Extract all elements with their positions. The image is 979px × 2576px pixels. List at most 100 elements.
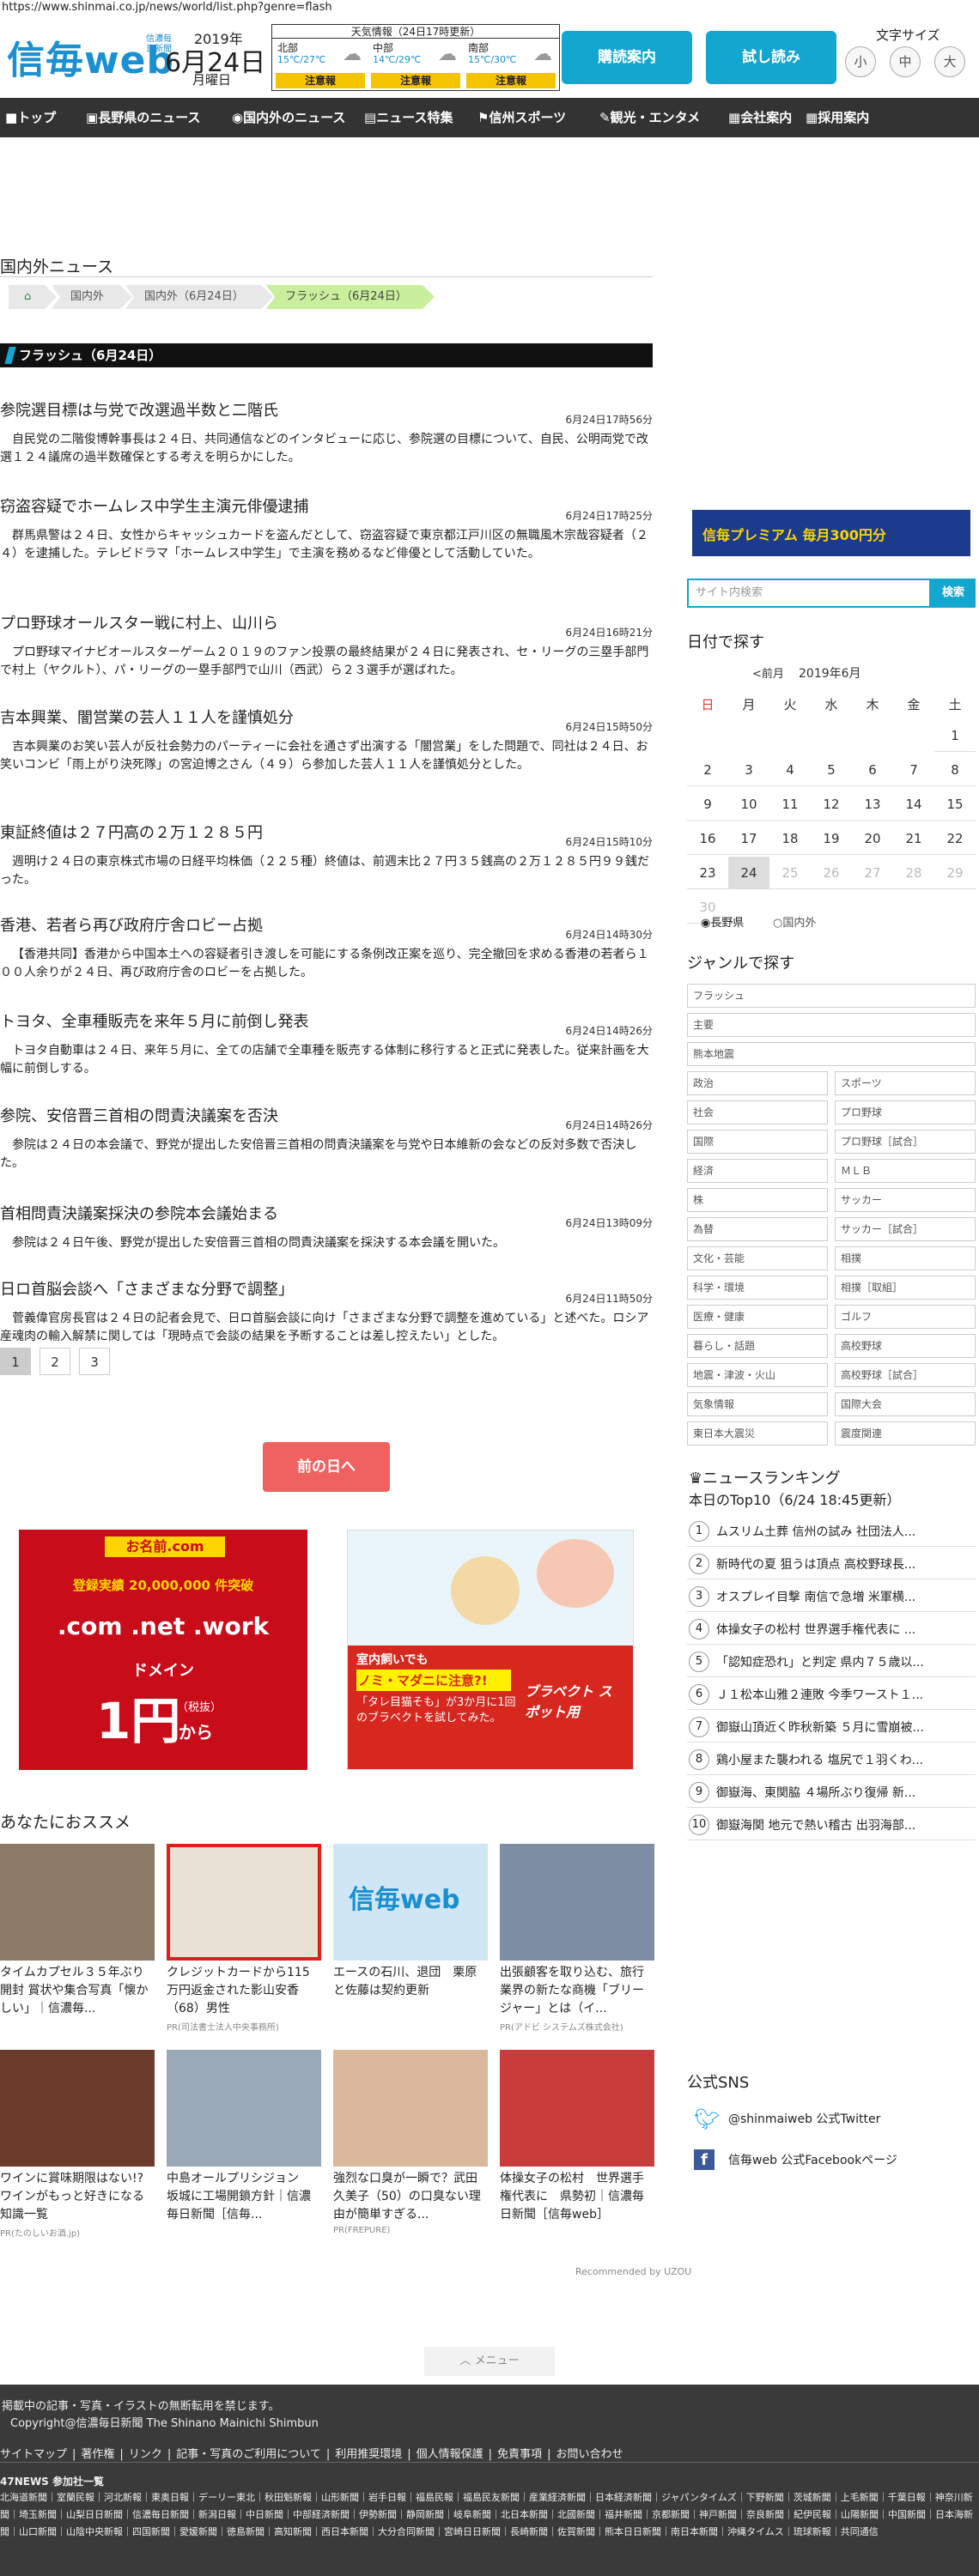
genre-link[interactable]: 東日本大震災 (687, 1421, 828, 1446)
genre-link[interactable]: 相撲［取組］ (835, 1276, 976, 1300)
nav-sports[interactable]: ⚑信州スポーツ (477, 98, 566, 137)
genre-link[interactable]: 暮らし・話題 (687, 1334, 828, 1358)
recommend-card[interactable]: ワインに賞味期限はない!?ワインがもっと好きになる知識一覧 PR(たのしいお酒.j… (0, 2050, 155, 2239)
ranking-title[interactable]: 新時代の夏 狙うは頂点 高校野球長... (716, 1550, 974, 1579)
ranking-item[interactable]: 1 ムスリム土葬 信州の試み 社団法人... (687, 1518, 976, 1547)
ranking-title[interactable]: 体操女子の松村 世界選手権代表に ... (716, 1615, 974, 1645)
calendar-day[interactable]: 14 (893, 788, 934, 821)
calendar-day[interactable]: 22 (934, 822, 976, 855)
article-title[interactable]: 日ロ首脳会談へ「さまざまな分野で調整」 (0, 1281, 653, 1300)
calendar-day[interactable]: 6 (852, 754, 893, 786)
article-title[interactable]: 香港、若者ら再び政府庁舎ロビー占拠 (0, 917, 653, 936)
nav-world[interactable]: ◉国内外のニュース (232, 98, 345, 137)
ranking-title[interactable]: 鶏小屋また襲われる 塩尻で１羽くわ... (716, 1746, 974, 1775)
footer-link[interactable]: サイトマップ (0, 2448, 67, 2461)
recommend-title[interactable]: エースの石川、退団 栗原と佐藤は契約更新 (333, 1964, 488, 2000)
calendar-day[interactable]: 19 (811, 822, 852, 855)
genre-link[interactable]: 主要 (687, 1013, 976, 1037)
search-button[interactable]: 検索 (931, 579, 976, 608)
recommend-title[interactable]: 中島オールプリシジョン 坂城に工場開鎖方針｜信濃毎日新聞［信毎... (167, 2170, 321, 2224)
article-title[interactable]: トヨタ、全車種販売を来年５月に前倒し発表 (0, 1013, 653, 1032)
ranking-item[interactable]: 2 新時代の夏 狙うは頂点 高校野球長... (687, 1550, 976, 1579)
radio-nagano[interactable]: ◉長野県 (701, 913, 744, 930)
article-title[interactable]: 参院選目標は与党で改選過半数と二階氏 (0, 402, 653, 421)
article-item[interactable]: 参院、安倍晋三首相の問責決議案を否決 6月24日14時26分 参院は２４日の本会議で… (0, 1107, 653, 1173)
genre-link[interactable]: 地震・津波・火山 (687, 1363, 828, 1387)
calendar-day[interactable]: 7 (893, 754, 934, 786)
recommend-title[interactable]: タイムカプセル３５年ぶり開封 賞状や集合写真「懐かしい」｜信濃毎... (0, 1964, 155, 2018)
article-item[interactable]: 参院選目標は与党で改選過半数と二階氏 6月24日17時56分 自民党の二階俊博幹事長… (0, 402, 653, 467)
recommend-title[interactable]: クレジットカードから115万円返金された影山安香（68）男性 (167, 1964, 321, 2018)
article-item[interactable]: 東証終値は２７円高の２万１２８５円 6月24日15時10分 週明け２４日の東京株式市… (0, 824, 653, 889)
radio-world[interactable]: ○国内外 (773, 913, 816, 930)
footer-link[interactable]: リンク (129, 2448, 162, 2461)
recommend-card[interactable]: クレジットカードから115万円返金された影山安香（68）男性 PR(司法書士法人中… (167, 1844, 321, 2033)
page-3-button[interactable]: 3 (79, 1348, 110, 1375)
ad-bravecto[interactable]: 室内飼いでも ノミ・マダニに注意?! 「タレ目猫そも」が3か月に1回のブラベクト… (347, 1530, 634, 1770)
genre-link[interactable]: 高校野球［試合］ (835, 1363, 976, 1387)
calendar-day[interactable]: 3 (728, 754, 769, 786)
article-title[interactable]: 吉本興業、闇営業の芸人１１人を謹慎処分 (0, 709, 653, 728)
footer-link[interactable]: 利用推奨環境 (335, 2448, 402, 2461)
genre-link[interactable]: サッカー［試合］ (835, 1217, 976, 1241)
genre-link[interactable]: 震度関連 (835, 1421, 976, 1446)
ranking-item[interactable]: 4 体操女子の松村 世界選手権代表に ... (687, 1615, 976, 1645)
genre-link[interactable]: プロ野球［試合］ (835, 1130, 976, 1154)
ranking-title[interactable]: Ｊ１松本山雅２連敗 今季ワースト１... (716, 1681, 974, 1710)
calendar-prev-month[interactable]: <前月 (752, 664, 784, 681)
genre-link[interactable]: 国際 (687, 1130, 828, 1154)
calendar-day[interactable]: 11 (769, 788, 811, 821)
subscribe-button[interactable]: 購読案内 (562, 31, 692, 84)
ranking-item[interactable]: 6 Ｊ１松本山雅２連敗 今季ワースト１... (687, 1681, 976, 1710)
genre-link[interactable]: 科学・環境 (687, 1276, 828, 1300)
premium-banner[interactable]: 信毎プレミアム 毎月300円分 (692, 510, 970, 556)
genre-link[interactable]: 社会 (687, 1100, 828, 1124)
ranking-item[interactable]: 5 「認知症恐れ」と判定 県内７５歳以... (687, 1648, 976, 1677)
font-medium-button[interactable]: 中 (890, 46, 921, 77)
breadcrumb-world[interactable]: 国内外 (52, 285, 132, 309)
ranking-item[interactable]: 9 御嶽海、東関脇 ４場所ぶり復帰 新... (687, 1779, 976, 1808)
nav-top[interactable]: ■トップ (5, 98, 56, 137)
calendar-day[interactable]: 13 (852, 788, 893, 821)
ranking-title[interactable]: 御嶽山頂近く昨秋新築 ５月に雪崩被... (716, 1713, 974, 1743)
address-bar[interactable]: https://www.shinmai.co.jp/news/world/lis… (0, 0, 979, 17)
genre-link[interactable]: 株 (687, 1188, 828, 1212)
calendar-day[interactable]: 23 (687, 857, 728, 889)
genre-link[interactable]: 為替 (687, 1217, 828, 1241)
article-title[interactable]: 首相問責決議案採決の参院本会議始まる (0, 1205, 653, 1224)
footer-link[interactable]: 個人情報保護 (417, 2448, 483, 2461)
recommend-card[interactable]: タイムカプセル３５年ぶり開封 賞状や集合写真「懐かしい」｜信濃毎... (0, 1844, 155, 2018)
ad-onamae[interactable]: お名前.com 登録実績 20,000,000 件突破 .com .net .w… (19, 1530, 307, 1770)
genre-link[interactable]: スポーツ (835, 1071, 976, 1095)
ranking-item[interactable]: 3 オスプレイ目撃 南信で急増 米軍横... (687, 1583, 976, 1612)
footer-link[interactable]: 記事・写真のご利用について (176, 2448, 321, 2461)
calendar-day[interactable]: 15 (934, 788, 976, 821)
article-item[interactable]: 首相問責決議案採決の参院本会議始まる 6月24日13時09分 参院は２４日午後、野党… (0, 1205, 653, 1252)
genre-link[interactable]: 政治 (687, 1071, 828, 1095)
genre-link[interactable]: 経済 (687, 1159, 828, 1183)
genre-link[interactable]: 文化・芸能 (687, 1246, 828, 1270)
ranking-title[interactable]: 御嶽海関 地元で熱い稽古 出羽海部... (716, 1811, 974, 1840)
nav-features[interactable]: ▤ニュース特集 (364, 98, 453, 137)
genre-link[interactable]: 相撲 (835, 1246, 976, 1270)
ranking-title[interactable]: 「認知症恐れ」と判定 県内７５歳以... (716, 1648, 974, 1677)
calendar-day[interactable]: 17 (728, 822, 769, 855)
font-small-button[interactable]: 小 (845, 46, 876, 77)
genre-link[interactable]: 熊本地震 (687, 1042, 976, 1066)
ranking-title[interactable]: ムスリム土葬 信州の試み 社団法人... (716, 1518, 974, 1547)
article-title[interactable]: 参院、安倍晋三首相の問責決議案を否決 (0, 1107, 653, 1126)
footer-link[interactable]: 著作権 (81, 2448, 114, 2461)
article-item[interactable]: プロ野球オールスター戦に村上、山川ら 6月24日16時21分 プロ野球マイナビオール… (0, 615, 653, 680)
facebook-link[interactable]: f 信毎web 公式Facebookページ (687, 2146, 976, 2175)
genre-link[interactable]: フラッシュ (687, 984, 976, 1008)
calendar-day[interactable]: 10 (728, 788, 769, 821)
calendar-day[interactable]: 4 (769, 754, 811, 786)
recommend-card[interactable]: 体操女子の松村 世界選手権代表に 県勢初｜信濃毎日新聞［信毎web］ (500, 2050, 654, 2224)
breadcrumb-world-date[interactable]: 国内外（6月24日） (125, 285, 273, 309)
twitter-link[interactable]: 🐦︎ @shinmaiweb 公式Twitter (687, 2105, 976, 2134)
recommend-card[interactable]: 強烈な口臭が一瞬で？武田久美子（50）の口臭ない理由が簡単すぎる... PR(FR… (333, 2050, 488, 2235)
recommend-title[interactable]: 出張顧客を取り込む、旅行業界の新たな商機「ブリージャー」とは（イ... (500, 1964, 654, 2018)
footer-papers[interactable]: 北海道新聞｜室蘭民報｜河北新報｜東奥日報｜デーリー東北｜秋田魁新報｜山形新聞｜岩… (0, 2489, 979, 2541)
calendar-day[interactable]: 1 (934, 719, 976, 752)
genre-link[interactable]: 気象情報 (687, 1392, 828, 1416)
